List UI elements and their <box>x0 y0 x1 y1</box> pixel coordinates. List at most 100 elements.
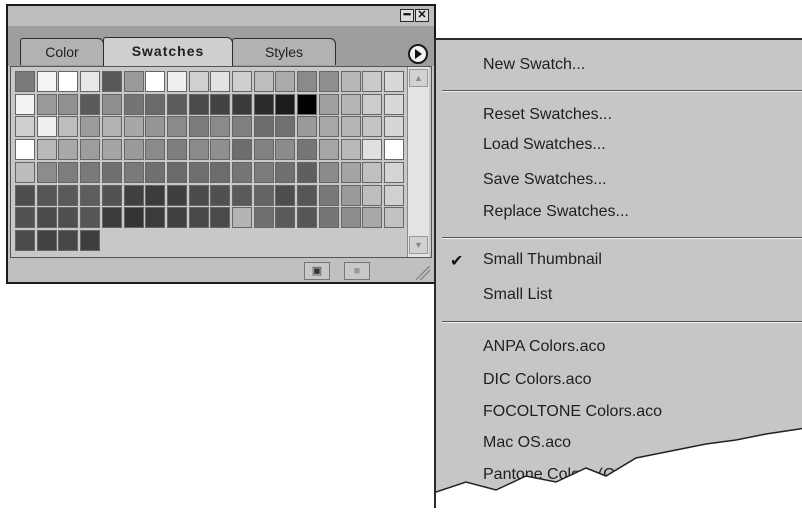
menu-item-dic-colors[interactable]: DIC Colors.aco <box>483 371 591 389</box>
swatch[interactable] <box>80 139 101 161</box>
swatch[interactable] <box>15 116 35 138</box>
swatch[interactable] <box>253 207 274 229</box>
swatch[interactable] <box>318 116 339 138</box>
swatch[interactable] <box>58 93 79 115</box>
swatch[interactable] <box>101 116 122 138</box>
swatch[interactable] <box>253 93 274 115</box>
swatch[interactable] <box>275 161 296 183</box>
swatch[interactable] <box>101 71 122 92</box>
swatch[interactable] <box>275 116 296 138</box>
swatch[interactable] <box>101 207 122 229</box>
swatch[interactable] <box>166 161 187 183</box>
menu-item-load-swatches[interactable]: Load Swatches... <box>483 136 606 154</box>
swatch[interactable] <box>340 71 361 92</box>
swatch[interactable] <box>188 184 209 206</box>
swatch[interactable] <box>232 161 252 183</box>
swatch[interactable] <box>383 184 404 206</box>
swatch[interactable] <box>275 207 296 229</box>
swatch[interactable] <box>318 207 339 229</box>
swatch[interactable] <box>123 116 144 138</box>
tab-color[interactable]: Color <box>20 38 104 65</box>
swatch[interactable] <box>15 139 35 161</box>
swatch[interactable] <box>166 184 187 206</box>
swatch[interactable] <box>275 184 296 206</box>
menu-item-small-thumbnail[interactable]: Small Thumbnail <box>483 251 602 269</box>
swatch[interactable] <box>123 93 144 115</box>
swatch[interactable] <box>58 139 79 161</box>
swatch[interactable] <box>383 161 404 183</box>
swatch[interactable] <box>58 71 79 92</box>
swatch[interactable] <box>36 139 57 161</box>
swatch[interactable] <box>15 71 35 92</box>
swatch[interactable] <box>232 71 252 92</box>
swatch[interactable] <box>15 93 35 115</box>
swatch[interactable] <box>210 139 231 161</box>
palette-menu-button[interactable] <box>408 44 428 64</box>
swatch[interactable] <box>15 229 35 251</box>
menu-item-anpa-colors[interactable]: ANPA Colors.aco <box>483 338 605 356</box>
tab-swatches[interactable]: Swatches <box>103 37 233 66</box>
swatch[interactable] <box>362 71 383 92</box>
swatch[interactable] <box>210 93 231 115</box>
menu-item-focoltone-colors[interactable]: FOCOLTONE Colors.aco <box>483 403 662 421</box>
swatch[interactable] <box>297 139 318 161</box>
swatch[interactable] <box>383 139 404 161</box>
swatch[interactable] <box>253 161 274 183</box>
swatch[interactable] <box>58 184 79 206</box>
swatch[interactable] <box>297 116 318 138</box>
swatch[interactable] <box>188 139 209 161</box>
swatch[interactable] <box>36 184 57 206</box>
swatch[interactable] <box>232 139 252 161</box>
tab-styles[interactable]: Styles <box>232 38 336 65</box>
swatch[interactable] <box>318 161 339 183</box>
swatch[interactable] <box>362 207 383 229</box>
swatch[interactable] <box>36 93 57 115</box>
swatch[interactable] <box>232 207 252 229</box>
swatch[interactable] <box>340 139 361 161</box>
swatch[interactable] <box>123 184 144 206</box>
swatch[interactable] <box>166 207 187 229</box>
swatch[interactable] <box>80 207 101 229</box>
swatch[interactable] <box>232 116 252 138</box>
swatch[interactable] <box>15 184 35 206</box>
swatch[interactable] <box>232 93 252 115</box>
swatch[interactable] <box>383 207 404 229</box>
swatch[interactable] <box>123 207 144 229</box>
swatch[interactable] <box>362 184 383 206</box>
swatch[interactable] <box>318 139 339 161</box>
swatch[interactable] <box>340 93 361 115</box>
swatch[interactable] <box>145 139 166 161</box>
swatch[interactable] <box>188 71 209 92</box>
swatch[interactable] <box>166 71 187 92</box>
swatch[interactable] <box>188 161 209 183</box>
swatch[interactable] <box>15 207 35 229</box>
swatch[interactable] <box>145 71 166 92</box>
swatch[interactable] <box>36 207 57 229</box>
swatch[interactable] <box>36 229 57 251</box>
swatch[interactable] <box>80 71 101 92</box>
swatch[interactable] <box>253 116 274 138</box>
swatch[interactable] <box>123 161 144 183</box>
swatch[interactable] <box>36 161 57 183</box>
swatch[interactable] <box>275 71 296 92</box>
swatch[interactable] <box>123 139 144 161</box>
swatch[interactable] <box>362 93 383 115</box>
swatch[interactable] <box>210 184 231 206</box>
swatch[interactable] <box>340 161 361 183</box>
swatch[interactable] <box>15 161 35 183</box>
swatch[interactable] <box>210 207 231 229</box>
swatch[interactable] <box>362 161 383 183</box>
palette-titlebar[interactable]: ━ ✕ <box>8 6 434 26</box>
swatch[interactable] <box>101 184 122 206</box>
swatch[interactable] <box>210 71 231 92</box>
swatch[interactable] <box>253 139 274 161</box>
swatch[interactable] <box>318 184 339 206</box>
swatch[interactable] <box>297 71 318 92</box>
swatch[interactable] <box>188 116 209 138</box>
swatch[interactable] <box>58 161 79 183</box>
swatch[interactable] <box>80 229 101 251</box>
swatch[interactable] <box>166 139 187 161</box>
swatch[interactable] <box>166 93 187 115</box>
swatch[interactable] <box>80 93 101 115</box>
minimize-button[interactable]: ━ <box>400 9 414 22</box>
